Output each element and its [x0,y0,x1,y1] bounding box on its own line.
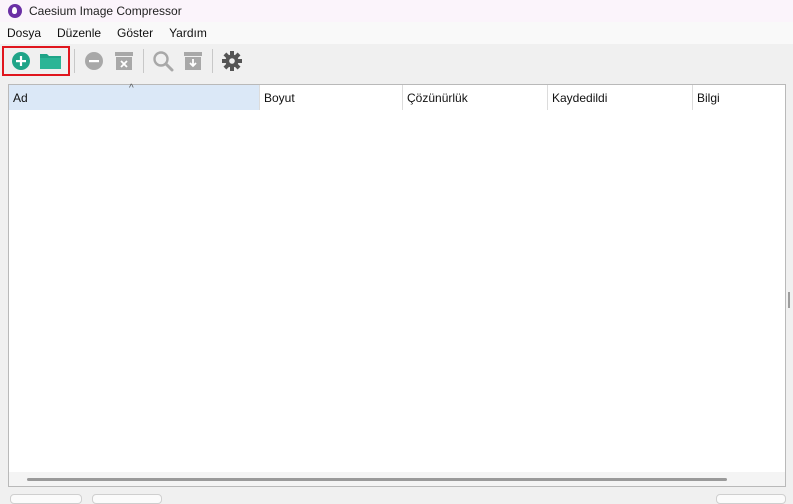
title-bar: Caesium Image Compressor [0,0,793,22]
horizontal-scrollbar[interactable] [9,472,785,486]
toolbar [0,44,793,78]
column-label: Bilgi [697,90,720,105]
settings-icon [222,51,242,71]
settings-button[interactable] [217,47,247,75]
clear-list-button[interactable] [109,47,139,75]
column-label: Boyut [264,90,295,105]
column-header-size[interactable]: Boyut [260,85,403,110]
bottom-action-button[interactable] [716,494,786,504]
column-label: Kaydedildi [552,90,608,105]
remove-button[interactable] [79,47,109,75]
bottom-action-button[interactable] [10,494,82,504]
toolbar-separator [74,49,75,73]
scrollbar-thumb[interactable] [27,478,727,481]
menu-help[interactable]: Yardım [169,26,207,40]
column-header-info[interactable]: Bilgi [693,85,785,110]
caesium-app-icon [8,4,22,18]
compress-button[interactable] [178,47,208,75]
column-header-saved[interactable]: Kaydedildi [548,85,693,110]
preview-button[interactable] [148,47,178,75]
preview-icon [153,51,174,72]
window-title: Caesium Image Compressor [29,4,182,18]
add-file-icon [12,52,30,70]
bottom-action-button[interactable] [92,494,162,504]
column-label: Çözünürlük [407,90,468,105]
file-list-table[interactable]: ^ Ad Boyut Çözünürlük Kaydedildi Bilgi [8,83,786,487]
add-folder-button[interactable] [36,47,66,75]
menu-edit[interactable]: Düzenle [57,26,101,40]
column-header-name[interactable]: ^ Ad [9,83,260,110]
compress-icon [184,52,202,70]
column-label: Ad [13,90,28,105]
add-folder-icon [40,54,61,69]
add-buttons-highlight [2,46,70,76]
remove-icon [85,52,103,70]
menu-bar: Dosya Düzenle Göster Yardım [0,22,793,44]
add-files-button[interactable] [6,47,36,75]
window-resize-handle[interactable] [788,292,790,308]
sort-ascending-icon: ^ [129,83,134,94]
table-header: ^ Ad Boyut Çözünürlük Kaydedildi Bilgi [9,83,785,110]
column-header-resolution[interactable]: Çözünürlük [403,85,548,110]
clear-list-icon [115,52,133,70]
menu-view[interactable]: Göster [117,26,153,40]
toolbar-separator [212,49,213,73]
menu-file[interactable]: Dosya [7,26,41,40]
toolbar-separator [143,49,144,73]
